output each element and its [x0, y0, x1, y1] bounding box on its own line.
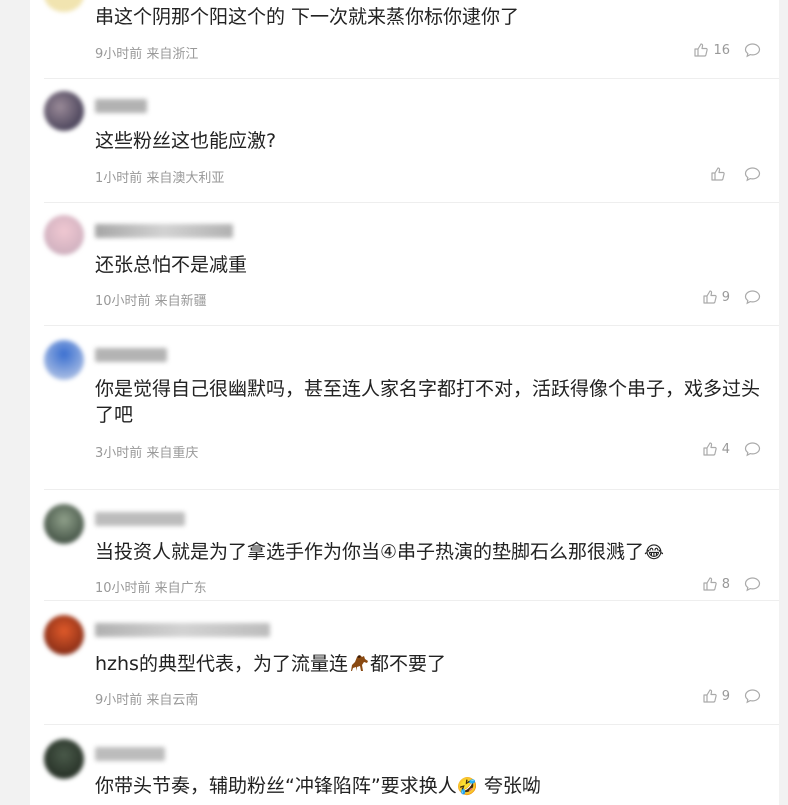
comment-item: 这些粉丝这也能应激? 1小时前 来自澳大利亚 [44, 79, 779, 203]
comment-list: 串这个阴那个阳这个的 下一次就来蒸你标你逮你了 9小时前 来自浙江 16 这些粉… [30, 0, 779, 805]
comment-bubble-icon[interactable] [744, 576, 761, 592]
comment-text: hzhs的典型代表，为了流量连 都不要了 [95, 651, 761, 677]
comment-meta: 9小时前 来自浙江 [95, 47, 199, 62]
comment-text-before: hzhs的典型代表，为了流量连 [95, 653, 348, 675]
like-count: 8 [721, 576, 730, 592]
comment-meta: 1小时前 来自澳大利亚 [95, 171, 225, 186]
avatar[interactable] [44, 504, 84, 544]
comment-item: 你是觉得自己很幽默吗，甚至连人家名字都打不对，活跃得像个串子，戏多过头了吧 3小… [44, 326, 779, 490]
comment-text: 你带头节奏，辅助粉丝“冲锋陷阵”要求换人🤣 夸张呦 [95, 773, 761, 800]
comment-item: hzhs的典型代表，为了流量连 都不要了 9小时前 来自云南 9 [44, 601, 779, 725]
username[interactable] [95, 512, 185, 526]
comment-text-after: 夸张呦 [477, 775, 541, 797]
like-button[interactable]: 16 [693, 42, 730, 58]
like-button[interactable]: 9 [702, 289, 730, 305]
comment-item: 串这个阴那个阳这个的 下一次就来蒸你标你逮你了 9小时前 来自浙江 16 [44, 0, 779, 79]
like-count: 9 [721, 688, 730, 704]
like-button[interactable]: 8 [702, 576, 730, 592]
thumbs-up-icon [702, 289, 718, 305]
comment-actions: 8 [702, 576, 761, 592]
comment-bubble-icon[interactable] [744, 42, 761, 58]
avatar[interactable] [44, 215, 84, 255]
comment-actions [710, 166, 761, 182]
laughing-emoji-icon: 😂 [644, 543, 664, 563]
comment-actions: 9 [702, 688, 761, 704]
comment-text: 当投资人就是为了拿选手作为你当④串子热演的垫脚石么那很溅了😂 [95, 539, 761, 566]
horse-emoji-icon [348, 653, 370, 673]
comment-text: 你是觉得自己很幽默吗，甚至连人家名字都打不对，活跃得像个串子，戏多过头了吧 [95, 378, 761, 426]
thumbs-up-icon [702, 688, 718, 704]
username[interactable] [95, 348, 167, 362]
comment-meta: 10小时前 来自新疆 [95, 294, 207, 309]
like-button[interactable]: 4 [702, 441, 730, 457]
comment-text-before: 你带头节奏，辅助粉丝“冲锋陷阵”要求换人 [95, 775, 457, 797]
like-count: 4 [721, 441, 730, 457]
avatar[interactable] [44, 340, 84, 380]
thumbs-up-icon [702, 576, 718, 592]
comment-text: 还张总怕不是减重 [95, 254, 248, 276]
rofl-emoji-icon: 🤣 [456, 777, 478, 797]
avatar[interactable] [44, 739, 84, 779]
avatar[interactable] [44, 615, 84, 655]
like-button[interactable]: 9 [702, 688, 730, 704]
like-count: 16 [713, 42, 730, 58]
comment-actions: 16 [693, 42, 761, 58]
comment-bubble-icon[interactable] [744, 166, 761, 182]
like-count: 9 [721, 289, 730, 305]
comment-item: 你带头节奏，辅助粉丝“冲锋陷阵”要求换人🤣 夸张呦 [44, 725, 779, 805]
comment-bubble-icon[interactable] [744, 688, 761, 704]
comment-meta: 9小时前 来自云南 [95, 693, 199, 708]
comment-actions: 4 [702, 441, 761, 457]
comment-item: 还张总怕不是减重 10小时前 来自新疆 9 [44, 203, 779, 326]
username[interactable] [95, 99, 147, 113]
username[interactable] [95, 623, 270, 637]
avatar[interactable] [44, 91, 84, 131]
comment-actions: 9 [702, 289, 761, 305]
comment-text: 这些粉丝这也能应激? [95, 130, 277, 152]
thumbs-up-icon [702, 441, 718, 457]
like-button[interactable] [710, 166, 730, 182]
comment-meta: 10小时前 来自广东 [95, 581, 207, 596]
comment-bubble-icon[interactable] [744, 441, 761, 457]
comment-text-body: 当投资人就是为了拿选手作为你当④串子热演的垫脚石么那很溅了 [95, 541, 645, 563]
comment-text: 串这个阴那个阳这个的 下一次就来蒸你标你逮你了 [95, 6, 520, 28]
thumbs-up-icon [710, 166, 726, 182]
username[interactable] [95, 224, 233, 238]
comment-text-after: 都不要了 [369, 653, 446, 675]
username[interactable] [95, 747, 165, 761]
comment-item: 当投资人就是为了拿选手作为你当④串子热演的垫脚石么那很溅了😂 10小时前 来自广… [44, 490, 779, 601]
comment-meta: 3小时前 来自重庆 [95, 446, 199, 461]
thumbs-up-icon [693, 42, 709, 58]
comment-bubble-icon[interactable] [744, 289, 761, 305]
